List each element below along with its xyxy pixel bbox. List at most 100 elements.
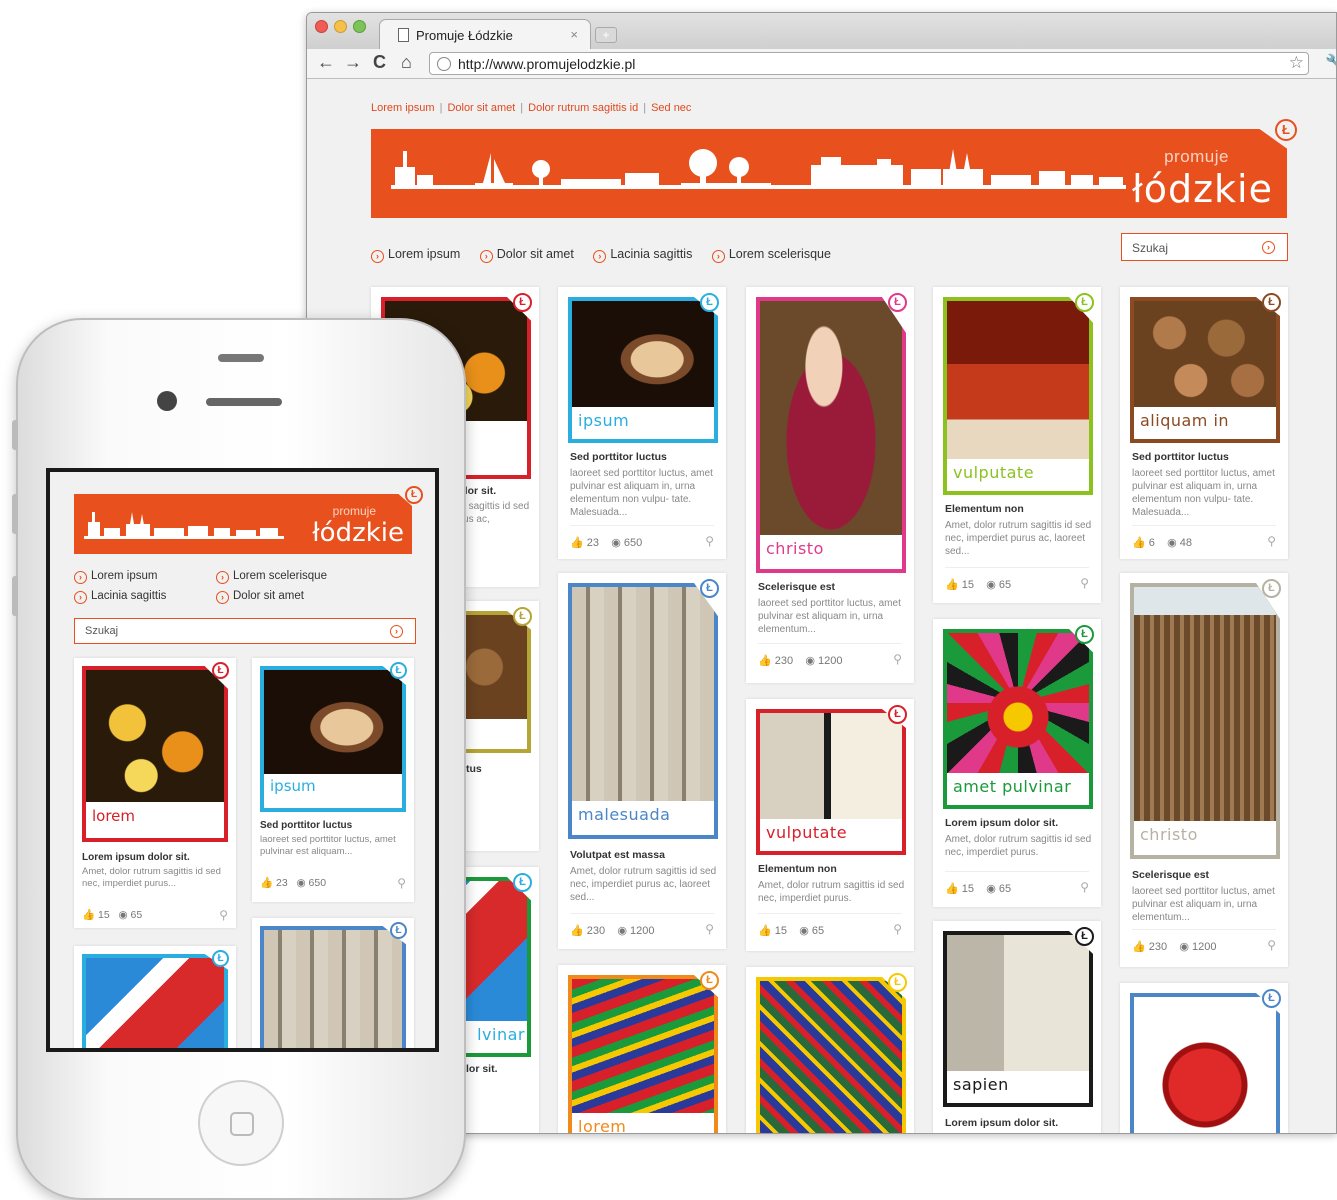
pin-icon[interactable]: ⚲ [705, 534, 714, 548]
mobile-nav-item[interactable]: › Dolor sit amet [216, 590, 304, 604]
top-link[interactable]: Sed nec [651, 102, 691, 114]
back-arrow-icon[interactable]: ← [317, 52, 335, 73]
card-desc: laoreet sed porttitor luctus, amet pulvi… [1132, 886, 1275, 923]
views-count: 65 [998, 579, 1012, 591]
nav-item-label: Lorem ipsum [91, 570, 158, 582]
card[interactable]: amet pulvinar Ł Lorem ipsum dolor sit. A… [933, 619, 1101, 907]
views-icon: ◉ [617, 925, 627, 937]
card[interactable]: sapien Ł Lorem ipsum dolor sit. [933, 921, 1101, 1133]
pin-icon[interactable]: ⚲ [1267, 938, 1276, 952]
pin-icon[interactable]: ⚲ [1080, 576, 1089, 590]
search-submit-icon[interactable]: › [390, 625, 403, 638]
pin-icon[interactable]: ⚲ [1080, 880, 1089, 894]
card-stats: 👍 23 ◉ 650 ⚲ [570, 525, 714, 549]
likes-icon[interactable]: 👍 [758, 925, 772, 937]
pin-icon[interactable]: ⚲ [893, 652, 902, 666]
earpiece [206, 398, 282, 406]
tab-close-icon[interactable]: × [570, 27, 578, 42]
zoom-window-button[interactable] [353, 20, 366, 33]
mobile-nav-item[interactable]: › Lorem scelerisque [216, 570, 327, 584]
header-banner[interactable]: promuje łódzkie [371, 129, 1287, 218]
chevron-right-icon: › [74, 571, 87, 584]
likes-count: 15 [774, 925, 788, 937]
card-title: Lorem ipsum dolor sit. [945, 817, 1059, 829]
chevron-right-icon: › [74, 591, 87, 604]
nav-item[interactable]: › Lorem ipsum [371, 247, 460, 263]
card-image-frame: aliquam in [1130, 297, 1280, 443]
nav-item[interactable]: › Lacinia sagittis [593, 247, 692, 263]
likes-icon[interactable]: 👍 [1132, 941, 1146, 953]
main-nav: › Lorem ipsum › Dolor sit amet › Lacinia sa… [371, 247, 847, 263]
views-count: 650 [308, 877, 327, 889]
card-image-frame: vulputate [756, 709, 906, 855]
likes-icon[interactable]: 👍 [1132, 537, 1146, 549]
likes-count: 15 [961, 579, 975, 591]
pin-icon[interactable]: ⚲ [219, 908, 228, 922]
search-input[interactable]: Szukaj › [1121, 233, 1288, 261]
card-image-frame: christo [756, 297, 906, 573]
likes-icon[interactable]: 👍 [82, 909, 95, 921]
card[interactable]: lorem Ł Lorem ipsum dolor sit. Amet, dol… [74, 658, 236, 928]
likes-icon[interactable]: 👍 [260, 877, 273, 889]
new-tab-button[interactable]: + [595, 27, 617, 43]
likes-icon[interactable]: 👍 [945, 883, 959, 895]
home-button[interactable] [198, 1080, 284, 1166]
card-image-frame [82, 954, 228, 1048]
search-submit-icon[interactable]: › [1262, 241, 1275, 254]
top-link[interactable]: Lorem ipsum [371, 102, 435, 114]
browser-tab[interactable]: Promuje Łódzkie × [379, 19, 591, 49]
likes-icon[interactable]: 👍 [570, 925, 584, 937]
card[interactable]: malesuada Ł Volutpat est massa Amet, dol… [558, 573, 726, 949]
card-photo [947, 935, 1089, 1071]
home-icon[interactable]: ⌂ [401, 52, 412, 73]
likes-icon[interactable]: 👍 [945, 579, 959, 591]
search-input[interactable]: Szukaj › [74, 618, 416, 644]
views-count: 65 [130, 909, 143, 921]
card[interactable]: christo Ł Scelerisque est laoreet sed po… [1120, 573, 1288, 967]
card[interactable]: ipsum Ł Sed porttitor luctus laoreet sed… [252, 658, 414, 902]
logo-icon: Ł [1075, 293, 1094, 312]
card-photo [947, 301, 1089, 459]
minimize-window-button[interactable] [334, 20, 347, 33]
pin-icon[interactable]: ⚲ [1267, 534, 1276, 548]
mobile-nav-item[interactable]: › Lorem ipsum [74, 570, 157, 584]
card-title: Scelerisque est [1132, 869, 1210, 881]
mobile-header-banner[interactable]: promuje łódzkie [74, 494, 412, 554]
card-label: vulputate [947, 459, 1089, 491]
views-icon: ◉ [986, 579, 996, 591]
home-square-icon [230, 1112, 254, 1136]
card[interactable]: christo Ł Scelerisque est laoreet sed po… [746, 287, 914, 683]
card-stats: 👍 6 ◉ 48 ⚲ [1132, 525, 1276, 549]
volume-down-button [12, 576, 18, 616]
card-stats: 👍 23 ◉ 650 ⚲ [260, 876, 406, 890]
pin-icon[interactable]: ⚲ [893, 922, 902, 936]
logo-icon: Ł [513, 293, 532, 312]
card[interactable]: ipsum Ł Sed porttitor luctus laoreet sed… [558, 287, 726, 559]
pin-icon[interactable]: ⚲ [397, 876, 406, 890]
pin-icon[interactable]: ⚲ [705, 922, 714, 936]
card[interactable]: vulputate Ł Elementum non Amet, dolor ru… [933, 287, 1101, 603]
card[interactable]: lorem Ł [558, 965, 726, 1133]
card[interactable]: Ł [746, 967, 914, 1133]
likes-count: 15 [98, 909, 110, 921]
likes-icon[interactable]: 👍 [570, 537, 584, 549]
card[interactable]: Ł [74, 946, 236, 1048]
close-window-button[interactable] [315, 20, 328, 33]
card[interactable]: aliquam in Ł Sed porttitor luctus laoree… [1120, 287, 1288, 559]
card-label: ipsum [572, 407, 714, 439]
mobile-nav-item[interactable]: › Lacinia sagittis [74, 590, 166, 604]
nav-item[interactable]: › Lorem scelerisque [711, 247, 831, 263]
card[interactable]: Ł [252, 918, 414, 1048]
top-link[interactable]: Dolor sit amet [447, 102, 515, 114]
address-bar[interactable]: http://www.promujelodzkie.pl ☆ [429, 52, 1309, 75]
bookmark-star-icon[interactable]: ☆ [1289, 53, 1304, 73]
reload-icon[interactable]: C [373, 52, 386, 73]
nav-item[interactable]: › Dolor sit amet [479, 247, 574, 263]
forward-arrow-icon[interactable]: → [344, 52, 362, 73]
wrench-icon[interactable]: 🔧 [1325, 53, 1336, 73]
card[interactable]: Ł [1120, 983, 1288, 1133]
likes-count: 230 [1148, 941, 1168, 953]
top-link[interactable]: Dolor rutrum sagittis id [528, 102, 638, 114]
card[interactable]: vulputate Ł Elementum non Amet, dolor ru… [746, 699, 914, 951]
likes-icon[interactable]: 👍 [758, 655, 772, 667]
